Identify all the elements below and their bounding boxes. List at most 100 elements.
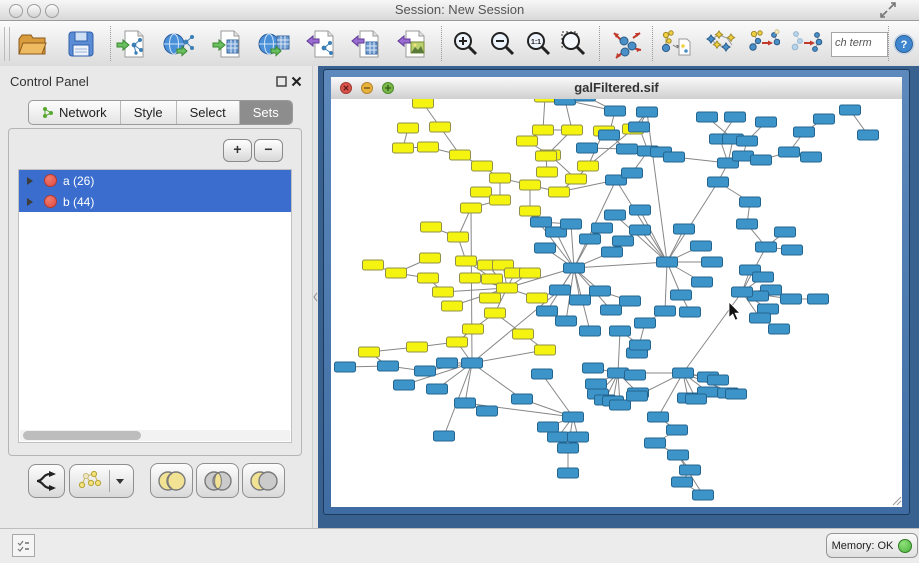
select-first-neighbors-button[interactable]	[703, 27, 737, 61]
graph-node[interactable]	[485, 308, 506, 318]
graph-node[interactable]	[580, 326, 601, 336]
difference-sets-button[interactable]	[242, 463, 285, 498]
graph-node[interactable]	[629, 122, 650, 132]
graph-node[interactable]	[556, 316, 577, 326]
hide-selected-button[interactable]	[747, 27, 781, 61]
graph-node[interactable]	[455, 398, 476, 408]
graph-node[interactable]	[363, 260, 384, 270]
graph-node[interactable]	[407, 342, 428, 352]
import-network-url-button[interactable]	[162, 27, 196, 61]
graph-node[interactable]	[335, 362, 356, 372]
save-session-button[interactable]	[64, 27, 98, 61]
tab-style[interactable]: Style	[121, 101, 177, 124]
graph-node[interactable]	[578, 161, 599, 171]
graph-node[interactable]	[536, 151, 557, 161]
graph-node[interactable]	[562, 125, 583, 135]
graph-node[interactable]	[840, 105, 861, 115]
graph-node[interactable]	[558, 468, 579, 478]
graph-node[interactable]	[630, 225, 651, 235]
graph-node[interactable]	[512, 394, 533, 404]
graph-node[interactable]	[490, 173, 511, 183]
graph-node[interactable]	[753, 272, 774, 282]
graph-node[interactable]	[858, 130, 879, 140]
graph-node[interactable]	[538, 422, 559, 432]
graph-node[interactable]	[531, 217, 552, 227]
graph-node[interactable]	[462, 358, 483, 368]
graph-node[interactable]	[415, 366, 436, 376]
resize-grip-icon[interactable]	[893, 497, 901, 505]
graph-node[interactable]	[471, 187, 492, 197]
graph-node[interactable]	[433, 287, 454, 297]
graph-node[interactable]	[583, 363, 604, 373]
graph-node[interactable]	[550, 285, 571, 295]
export-table-button[interactable]	[349, 27, 383, 61]
graph-node[interactable]	[680, 307, 701, 317]
graph-node[interactable]	[737, 219, 758, 229]
graph-node[interactable]	[622, 168, 643, 178]
export-image-button[interactable]	[395, 27, 429, 61]
graph-node[interactable]	[691, 241, 712, 251]
graph-node[interactable]	[756, 117, 777, 127]
graph-node[interactable]	[630, 340, 651, 350]
graph-node[interactable]	[602, 247, 623, 257]
zoom-out-button[interactable]	[486, 27, 520, 61]
scrollbar-thumb[interactable]	[23, 431, 141, 440]
expand-window-icon[interactable]	[879, 2, 897, 18]
graph-node[interactable]	[750, 313, 771, 323]
graph-node[interactable]	[460, 273, 481, 283]
graph-node[interactable]	[627, 391, 648, 401]
horizontal-scrollbar[interactable]	[20, 430, 290, 441]
graph-node[interactable]	[420, 253, 441, 263]
graph-node[interactable]	[575, 99, 596, 101]
graph-node[interactable]	[532, 369, 553, 379]
graph-node[interactable]	[779, 147, 800, 157]
graph-node[interactable]	[664, 152, 685, 162]
graph-node[interactable]	[580, 234, 601, 244]
graph-node[interactable]	[564, 263, 585, 273]
graph-node[interactable]	[537, 167, 558, 177]
graph-node[interactable]	[535, 99, 556, 102]
memory-status-button[interactable]: Memory: OK	[826, 533, 918, 558]
graph-node[interactable]	[599, 130, 620, 140]
graph-node[interactable]	[674, 224, 695, 234]
graph-node[interactable]	[427, 384, 448, 394]
graph-node[interactable]	[617, 144, 638, 154]
graph-node[interactable]	[737, 136, 758, 146]
graph-node[interactable]	[794, 127, 815, 137]
window-close-button[interactable]	[9, 4, 23, 18]
graph-node[interactable]	[421, 222, 442, 232]
graph-node[interactable]	[378, 361, 399, 371]
graph-node[interactable]	[480, 293, 501, 303]
help-button[interactable]: ?	[891, 27, 917, 61]
graph-node[interactable]	[667, 425, 688, 435]
graph-node[interactable]	[756, 242, 777, 252]
graph-node[interactable]	[558, 443, 579, 453]
set-row[interactable]: b (44)	[19, 191, 291, 212]
add-set-button[interactable]: +	[223, 139, 252, 162]
zoom-fit-button[interactable]: 1:1	[522, 27, 556, 61]
union-sets-button[interactable]	[150, 463, 193, 498]
graph-node[interactable]	[668, 450, 689, 460]
graph-node[interactable]	[394, 380, 415, 390]
graph-node[interactable]	[472, 161, 493, 171]
graph-node[interactable]	[448, 232, 469, 242]
graph-node[interactable]	[740, 197, 761, 207]
export-network-button[interactable]	[304, 27, 338, 61]
graph-node[interactable]	[477, 406, 498, 416]
import-network-file-button[interactable]	[114, 27, 148, 61]
graph-node[interactable]	[393, 143, 414, 153]
show-all-button[interactable]	[790, 27, 824, 61]
graph-node[interactable]	[517, 136, 538, 146]
graph-node[interactable]	[725, 112, 746, 122]
tab-sets[interactable]: Sets	[240, 101, 292, 124]
search-input[interactable]: ch term	[831, 32, 888, 57]
graph-node[interactable]	[456, 256, 477, 266]
graph-node[interactable]	[692, 277, 713, 287]
graph-node[interactable]	[577, 143, 598, 153]
import-table-url-button[interactable]	[257, 27, 291, 61]
graph-node[interactable]	[520, 180, 541, 190]
graph-node[interactable]	[708, 375, 729, 385]
graph-node[interactable]	[563, 412, 584, 422]
expander-icon[interactable]	[27, 177, 33, 185]
import-table-file-button[interactable]	[210, 27, 244, 61]
